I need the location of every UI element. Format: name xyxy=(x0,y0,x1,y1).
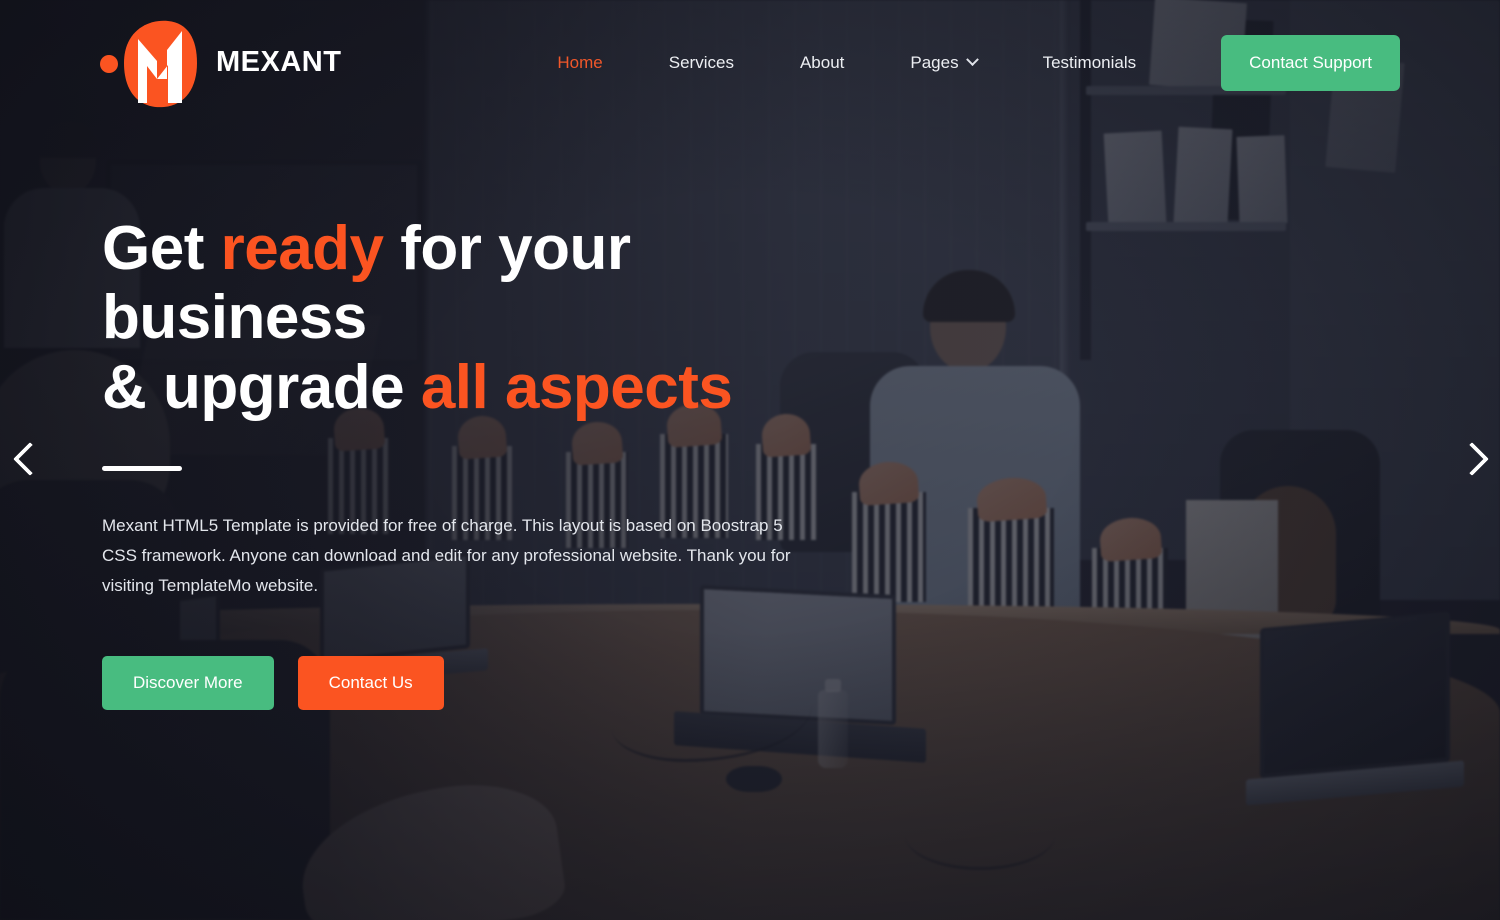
hero-headline: Get ready for your business & upgrade al… xyxy=(102,214,862,422)
contact-support-button[interactable]: Contact Support xyxy=(1221,34,1400,91)
main-navigation: Home Services About Pages Testimonials xyxy=(524,53,1170,72)
nav-item-services[interactable]: Services xyxy=(636,54,767,71)
nav-item-testimonials[interactable]: Testimonials xyxy=(1010,54,1170,71)
chevron-right-icon xyxy=(1455,442,1489,476)
site-header: MEXANT Home Services About Pages Testimo… xyxy=(0,0,1500,125)
hero-headline-line1-a: Get xyxy=(102,214,221,283)
nav-item-home-label: Home xyxy=(557,53,603,72)
nav-item-pages-label: Pages xyxy=(910,53,959,72)
nav-item-about-label: About xyxy=(799,53,845,72)
hero-paragraph: Mexant HTML5 Template is provided for fr… xyxy=(102,516,791,595)
discover-more-button[interactable]: Discover More xyxy=(102,655,274,710)
nav-item-home[interactable]: Home xyxy=(524,54,635,71)
contact-us-button[interactable]: Contact Us xyxy=(297,655,444,710)
hero-headline-line1-accent: ready xyxy=(220,214,384,283)
nav-item-pages[interactable]: Pages xyxy=(877,53,1009,72)
hero-headline-line3-a: & upgrade xyxy=(102,352,421,422)
hero-cta-row: Discover More Contact Us xyxy=(102,655,862,710)
hero-headline-line-1: Get ready for your xyxy=(102,214,862,283)
hero-headline-line1-b: for your xyxy=(383,214,631,283)
chevron-down-icon xyxy=(965,53,979,67)
hero-headline-line-2: business xyxy=(102,283,367,353)
mexant-m-logo-icon xyxy=(100,17,200,109)
hero-content: Get ready for your business & upgrade al… xyxy=(102,214,862,710)
hero-headline-line-3: & upgrade all aspects xyxy=(102,353,862,422)
brand-name: MEXANT xyxy=(216,46,342,78)
nav-item-services-label: Services xyxy=(668,53,734,72)
carousel-prev-button[interactable] xyxy=(6,438,52,484)
hero-divider-rule xyxy=(102,466,182,472)
chevron-left-icon xyxy=(13,442,47,476)
carousel-next-button[interactable] xyxy=(1448,438,1494,484)
hero-headline-line3-accent: all aspects xyxy=(420,352,733,422)
nav-item-testimonials-label: Testimonials xyxy=(1042,53,1137,72)
brand-logo[interactable]: MEXANT xyxy=(100,17,341,109)
nav-item-about[interactable]: About xyxy=(767,54,877,71)
